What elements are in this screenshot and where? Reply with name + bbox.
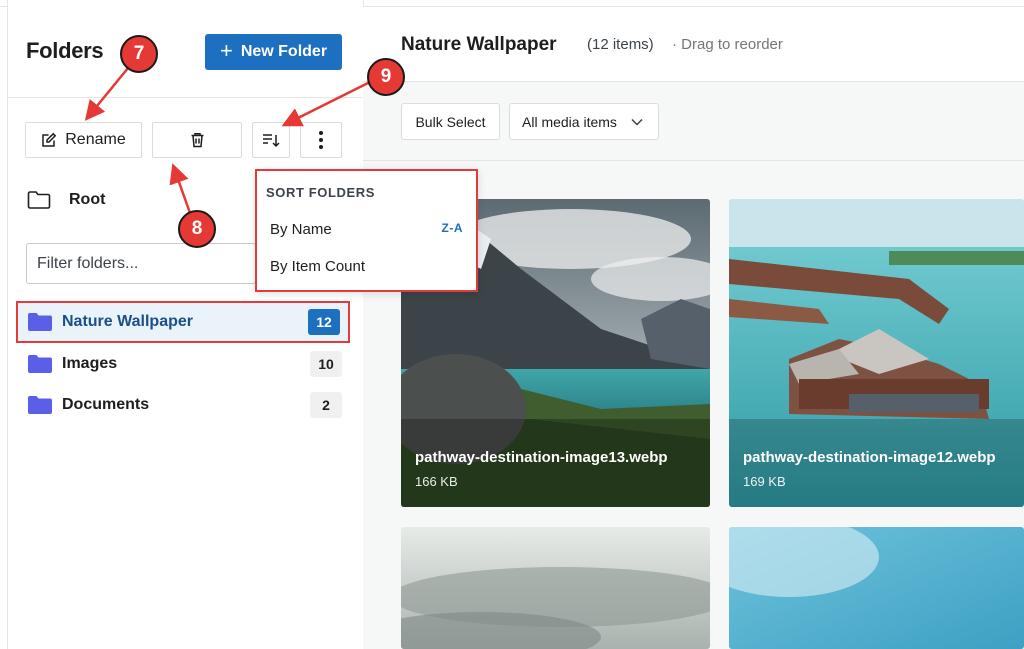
- media-filesize: 166 KB: [415, 474, 458, 489]
- chevron-down-icon: [631, 118, 643, 126]
- media-type-value: All media items: [522, 113, 617, 130]
- delete-folder-button[interactable]: [152, 122, 242, 158]
- callout-badge-9: 9: [367, 58, 405, 96]
- folder-outline-icon: [27, 191, 51, 209]
- sort-option-label: By Item Count: [270, 258, 366, 275]
- media-type-select[interactable]: All media items: [509, 103, 659, 140]
- folder-count-badge: 12: [308, 309, 340, 335]
- sidebar-divider: [7, 97, 362, 98]
- sort-by-item-count-option[interactable]: By Item Count: [270, 258, 463, 275]
- sort-direction-badge: Z-A: [441, 221, 463, 235]
- media-filesize: 169 KB: [743, 474, 786, 489]
- more-options-button[interactable]: [300, 122, 342, 158]
- filter-folders-input[interactable]: [26, 243, 256, 284]
- sort-folders-menu: SORT FOLDERS By Name Z-A By Item Count: [255, 169, 478, 292]
- plus-icon: +: [219, 38, 233, 63]
- bulk-select-button[interactable]: Bulk Select: [401, 103, 500, 140]
- folder-item-images[interactable]: Images 10: [16, 343, 350, 385]
- media-filename: pathway-destination-image12.webp: [743, 449, 996, 466]
- trash-icon: [191, 133, 203, 148]
- sort-menu-heading: SORT FOLDERS: [266, 185, 376, 200]
- media-filename: pathway-destination-image13.webp: [415, 449, 668, 466]
- folder-icon: [28, 355, 52, 373]
- thumbnail-image: [729, 527, 1024, 649]
- rename-label: Rename: [65, 131, 126, 148]
- item-count: (12 items): [587, 36, 654, 53]
- sort-icon: [263, 134, 280, 148]
- callout-badge-8: 8: [178, 210, 216, 248]
- media-item[interactable]: pathway-destination-image12.webp 169 KB: [729, 199, 1024, 507]
- new-folder-button[interactable]: + New Folder: [205, 34, 342, 70]
- folder-label: Nature Wallpaper: [62, 313, 193, 330]
- rename-button[interactable]: Rename: [25, 122, 142, 158]
- sort-folders-button[interactable]: [252, 122, 290, 158]
- media-item[interactable]: [401, 527, 710, 649]
- sort-by-name-option[interactable]: By Name Z-A: [270, 221, 463, 238]
- folder-count-badge: 2: [310, 392, 342, 418]
- folder-count-badge: 10: [310, 351, 342, 377]
- page-title: Nature Wallpaper: [401, 34, 557, 55]
- folder-item-documents[interactable]: Documents 2: [16, 384, 350, 426]
- sidebar-title: Folders: [26, 38, 104, 63]
- drag-hint: · Drag to reorder: [672, 36, 783, 53]
- more-vertical-icon: [319, 131, 323, 149]
- folder-icon: [28, 313, 52, 331]
- media-caption: pathway-destination-image12.webp 169 KB: [743, 449, 996, 489]
- folder-label: Documents: [62, 396, 150, 413]
- thumbnail-image: [401, 527, 710, 649]
- folder-label: Images: [62, 355, 118, 372]
- sort-option-label: By Name: [270, 221, 332, 238]
- folder-item-nature-wallpaper[interactable]: Nature Wallpaper 12: [16, 301, 350, 343]
- callout-badge-7: 7: [120, 35, 158, 73]
- media-caption: pathway-destination-image13.webp 166 KB: [415, 449, 668, 489]
- edit-icon: [42, 132, 57, 147]
- media-item[interactable]: [729, 527, 1024, 649]
- new-folder-label: New Folder: [240, 43, 328, 60]
- root-label: Root: [69, 191, 106, 208]
- root-folder[interactable]: Root: [27, 190, 105, 210]
- folder-icon: [28, 396, 52, 414]
